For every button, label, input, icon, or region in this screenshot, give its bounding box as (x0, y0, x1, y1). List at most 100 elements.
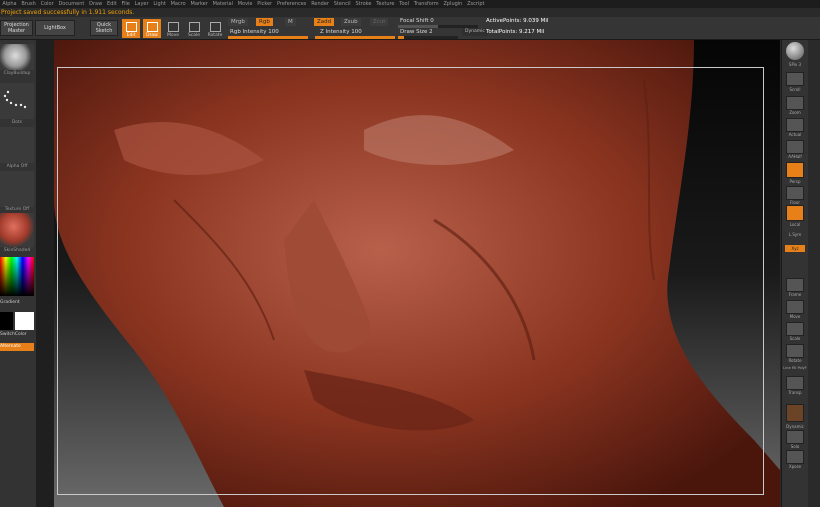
rotate-icon (209, 22, 221, 32)
zoom-label: Zoom (789, 110, 801, 115)
aahalf-label: AAHalf (788, 154, 802, 159)
rotate-button[interactable] (786, 344, 804, 358)
menu-item-tool[interactable]: Tool (397, 0, 412, 8)
xyz-button[interactable]: Xyz (785, 245, 805, 252)
draw-tool-button[interactable]: Draw (143, 19, 161, 38)
alpha-thumbnail[interactable] (0, 127, 34, 163)
rotate-tool-button[interactable]: Rotate (206, 19, 224, 38)
scroll-label: Scroll (789, 87, 801, 92)
switch-color-button[interactable]: SwitchColor (0, 332, 34, 337)
draw-icon (146, 22, 158, 32)
rotate-label: Rotate (788, 358, 802, 363)
persp-label: Persp (789, 179, 801, 184)
actual-label: Actual (788, 132, 802, 137)
spix-label: SPix 3 (788, 62, 802, 67)
z-intensity-slider[interactable]: Z Intensity 100 (320, 29, 362, 35)
lsym-label[interactable]: L.Sym (782, 232, 808, 237)
actual-button[interactable] (786, 118, 804, 132)
document-canvas[interactable] (54, 40, 780, 507)
zoom-button[interactable] (786, 96, 804, 110)
menu-item-zscript[interactable]: Zscript (465, 0, 487, 8)
draw-size-track[interactable] (398, 36, 458, 39)
main-color-swatch[interactable] (0, 312, 13, 330)
dynamic-toggle[interactable]: Dynamic (462, 28, 488, 36)
brush-thumbnail[interactable] (0, 44, 34, 70)
active-points: ActivePoints: 9.039 Mil (486, 18, 549, 24)
scale-button[interactable] (786, 322, 804, 336)
mrgb-toggle[interactable]: Mrgb (228, 18, 248, 26)
move-icon (167, 22, 179, 32)
texture-thumbnail[interactable] (0, 171, 34, 207)
draw-size-slider[interactable]: Draw Size 2 (400, 29, 433, 35)
texture-label: Texture Off (4, 207, 30, 212)
document-frame (57, 67, 764, 495)
menu-item-light[interactable]: Light (151, 0, 168, 8)
frame-button[interactable] (786, 278, 804, 292)
solo-button[interactable] (786, 430, 804, 444)
aahalf-button[interactable] (786, 140, 804, 154)
floor-button[interactable] (786, 186, 804, 200)
persp-button[interactable] (786, 162, 804, 178)
material-label: SkinShade4 (3, 248, 31, 253)
menu-item-macro[interactable]: Macro (168, 0, 188, 8)
menu-item-zplugin[interactable]: Zplugin (441, 0, 465, 8)
menu-item-layer[interactable]: Layer (132, 0, 151, 8)
m-toggle[interactable]: M (285, 18, 296, 26)
menu-item-material[interactable]: Material (210, 0, 235, 8)
transp-button[interactable] (786, 376, 804, 390)
menu-item-marker[interactable]: Marker (188, 0, 210, 8)
menu-item-document[interactable]: Document (56, 0, 87, 8)
alpha-label: Alpha Off (6, 164, 28, 169)
menu-item-alpha[interactable]: Alpha (0, 0, 19, 8)
menu-item-color[interactable]: Color (38, 0, 56, 8)
local-button[interactable] (786, 205, 804, 221)
local-label: Local (789, 222, 801, 227)
menu-item-transform[interactable]: Transform (411, 0, 441, 8)
alternate-button[interactable]: Alternate (0, 343, 34, 351)
rgb-toggle[interactable]: Rgb (256, 18, 273, 26)
quick-sketch-button[interactable]: Quick Sketch (90, 20, 118, 36)
ghost-button[interactable] (786, 404, 804, 422)
stroke-label: Dots (11, 120, 23, 125)
menu-item-movie[interactable]: Movie (235, 0, 255, 8)
menu-item-preferences[interactable]: Preferences (275, 0, 309, 8)
menu-item-picker[interactable]: Picker (255, 0, 275, 8)
color-picker[interactable] (0, 257, 34, 296)
secondary-color-swatch[interactable] (15, 312, 34, 330)
material-thumbnail[interactable] (0, 213, 34, 247)
move-button[interactable] (786, 300, 804, 314)
menu-item-file[interactable]: File (119, 0, 132, 8)
projection-master-button[interactable]: Projection Master (0, 20, 33, 36)
gradient-label: Gradient (0, 300, 20, 305)
menu-item-edit[interactable]: Edit (105, 0, 119, 8)
scale-tool-button[interactable]: Scale (185, 19, 203, 38)
stroke-thumbnail[interactable] (0, 83, 34, 119)
rgb-intensity-slider[interactable]: Rgb Intensity 100 (230, 29, 279, 35)
menu-item-draw[interactable]: Draw (87, 0, 105, 8)
dots-stroke-icon (3, 90, 27, 109)
zadd-toggle[interactable]: Zadd (314, 18, 335, 26)
move-tool-button[interactable]: Move (164, 19, 182, 38)
rgb-intensity-track[interactable] (228, 36, 308, 39)
z-intensity-track[interactable] (315, 36, 395, 39)
zcut-toggle[interactable]: Zcut (370, 18, 389, 26)
menu-item-stencil[interactable]: Stencil (331, 0, 353, 8)
polyframe-label[interactable]: Line Fill PolyF (782, 366, 808, 370)
brush-label: ClayBuildup (3, 71, 31, 76)
right-shelf: SPix 3 Scroll Zoom Actual AAHalf Persp F… (781, 40, 820, 507)
scale-label: Scale (789, 336, 801, 341)
lightbox-button[interactable]: LightBox (35, 20, 75, 36)
scroll-button[interactable] (786, 72, 804, 86)
zsub-toggle[interactable]: Zsub (341, 18, 361, 26)
xpose-button[interactable] (786, 450, 804, 464)
focal-shift-slider[interactable]: Focal Shift 0 (400, 18, 434, 24)
edit-tool-button[interactable]: Edit (122, 19, 140, 38)
menu-item-brush[interactable]: Brush (19, 0, 38, 8)
left-shelf (36, 40, 54, 507)
menu-item-texture[interactable]: Texture (374, 0, 397, 8)
solo-label: Solo (790, 444, 800, 449)
right-scrollbar[interactable] (808, 40, 820, 507)
menu-item-stroke[interactable]: Stroke (353, 0, 374, 8)
bpr-render-button[interactable] (786, 42, 804, 60)
menu-item-render[interactable]: Render (309, 0, 332, 8)
